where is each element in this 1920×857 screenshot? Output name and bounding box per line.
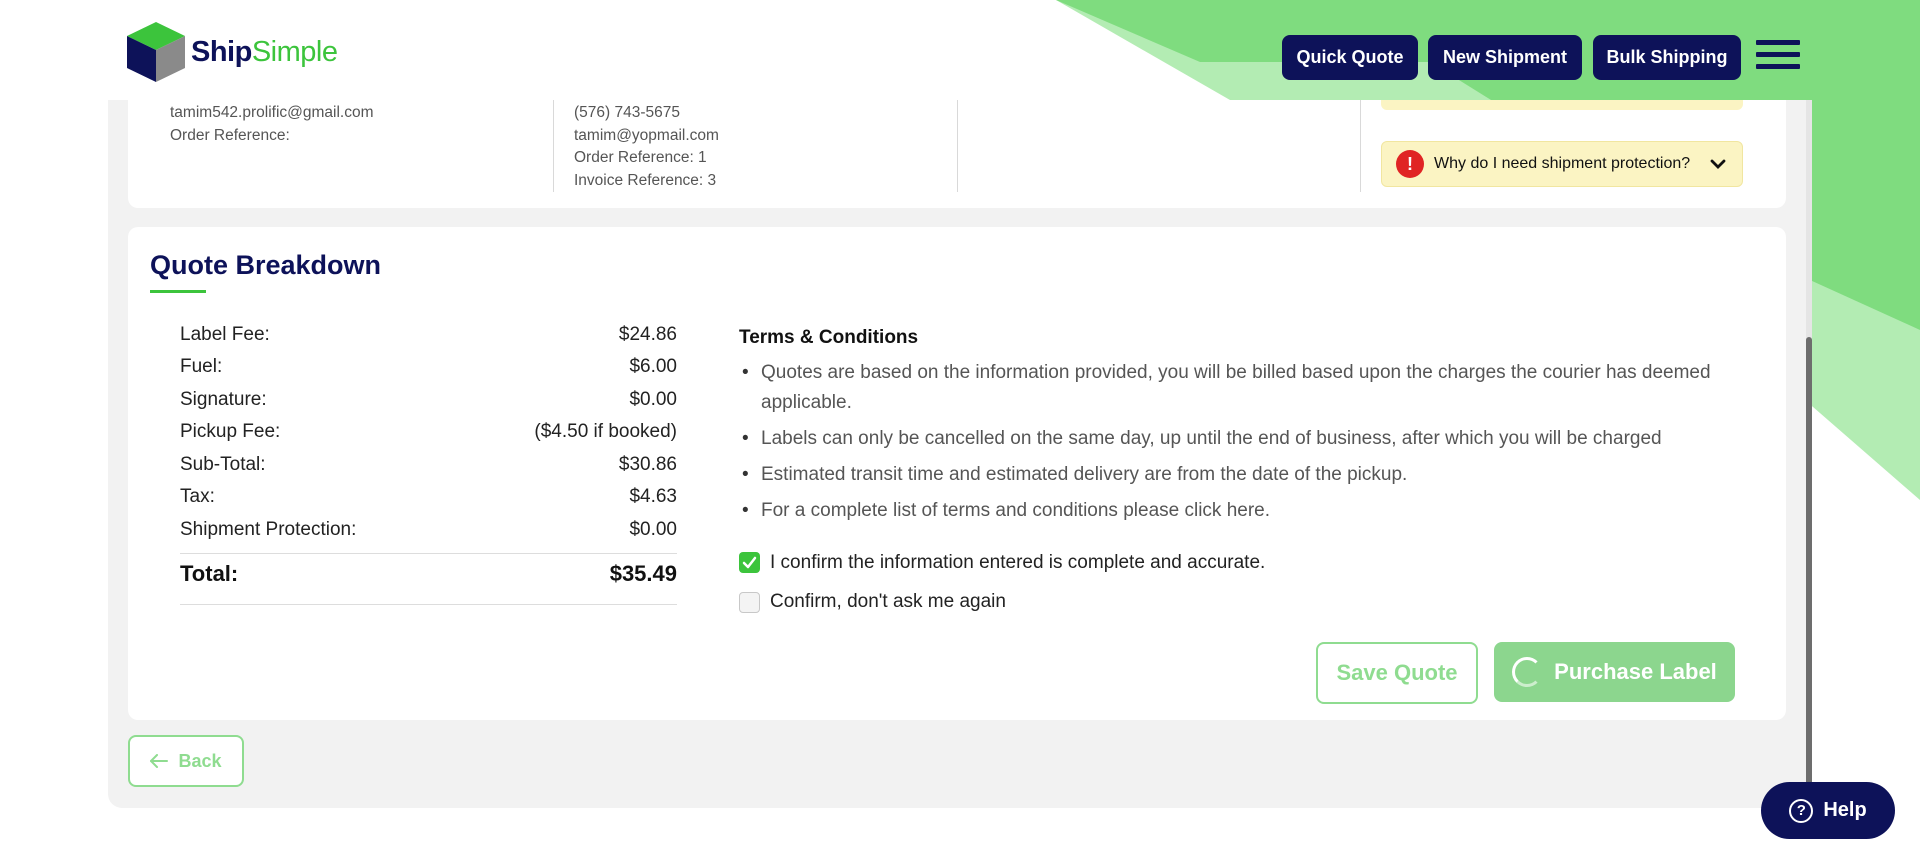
- fee-label: Signature:: [180, 389, 267, 410]
- fee-label: Shipment Protection:: [180, 519, 357, 540]
- protection-faq-toggle[interactable]: ! Why do I need shipment protection?: [1381, 141, 1743, 187]
- fee-value: $30.86: [618, 454, 677, 475]
- logo[interactable]: ShipSimple: [125, 20, 338, 84]
- divider: [553, 100, 554, 192]
- fee-value: $24.86: [618, 324, 677, 345]
- fee-label: Sub-Total:: [180, 454, 266, 475]
- sender-order-reference: Order Reference:: [170, 126, 290, 144]
- chevron-down-icon: [1710, 159, 1726, 169]
- question-icon: ?: [1789, 798, 1814, 823]
- logo-ship: Ship: [191, 35, 252, 68]
- recipient-details: (576) 743-5675 tamim@yopmail.com Order R…: [574, 102, 719, 192]
- loading-spinner-icon: [1512, 657, 1543, 687]
- help-button[interactable]: ? Help: [1761, 782, 1895, 839]
- terms-item: Estimated transit time and estimated del…: [739, 460, 1759, 490]
- menu-icon[interactable]: [1756, 40, 1800, 74]
- total-divider: [180, 604, 677, 605]
- total-divider: [180, 553, 677, 554]
- dont-ask-checkbox[interactable]: [739, 592, 760, 613]
- fee-row-protection: Shipment Protection: $0.00: [180, 519, 677, 549]
- fee-row-signature: Signature: $0.00: [180, 389, 677, 419]
- fee-row-tax: Tax: $4.63: [180, 486, 677, 516]
- recipient-invoice-reference: Invoice Reference: 3: [574, 171, 717, 189]
- fee-label: Pickup Fee:: [180, 421, 281, 442]
- check-icon: [742, 556, 757, 569]
- help-label: Help: [1823, 799, 1867, 821]
- terms-title: Terms & Conditions: [739, 327, 919, 348]
- terms-item: Labels can only be cancelled on the same…: [739, 424, 1759, 454]
- divider: [957, 100, 958, 192]
- terms-item[interactable]: For a complete list of terms and conditi…: [739, 496, 1759, 526]
- logo-simple: Simple: [251, 35, 338, 68]
- alert-icon: !: [1396, 150, 1424, 178]
- total-row: Total: $35.49: [180, 561, 677, 591]
- logo-cube-icon: [127, 22, 185, 82]
- recipient-email: tamim@yopmail.com: [574, 126, 719, 144]
- quick-quote-button[interactable]: Quick Quote: [1282, 35, 1418, 80]
- total-label: Total:: [180, 561, 239, 586]
- header: ShipSimple Quick Quote New Shipment Bulk…: [0, 0, 1920, 100]
- title-underline: [150, 290, 206, 293]
- dont-ask-label[interactable]: Confirm, don't ask me again: [770, 591, 1006, 613]
- terms-item: Quotes are based on the information prov…: [739, 358, 1759, 418]
- total-value: $35.49: [609, 561, 677, 586]
- divider: [1360, 100, 1361, 192]
- arrow-left-icon: [150, 754, 169, 768]
- fee-value: $0.00: [629, 389, 677, 410]
- fee-value: $0.00: [629, 519, 677, 540]
- recipient-phone: (576) 743-5675: [574, 104, 680, 121]
- recipient-order-reference: Order Reference: 1: [574, 149, 707, 166]
- back-label: Back: [178, 750, 222, 771]
- purchase-label-text: Purchase Label: [1554, 659, 1717, 684]
- fee-row-subtotal: Sub-Total: $30.86: [180, 454, 677, 484]
- sender-details: tamim542.prolific@gmail.com Order Refere…: [170, 102, 374, 147]
- fee-row-pickup: Pickup Fee: ($4.50 if booked): [180, 421, 677, 451]
- scrollbar-thumb[interactable]: [1806, 337, 1812, 806]
- quote-title: Quote Breakdown: [150, 250, 382, 280]
- fee-row-label-fee: Label Fee: $24.86: [180, 324, 677, 354]
- terms-list: Quotes are based on the information prov…: [739, 358, 1759, 526]
- fee-label: Fuel:: [180, 356, 223, 377]
- sender-email: tamim542.prolific@gmail.com: [170, 104, 374, 121]
- confirm-checkbox[interactable]: [739, 552, 760, 573]
- back-button[interactable]: Back: [128, 735, 244, 787]
- fee-row-fuel: Fuel: $6.00: [180, 356, 677, 386]
- save-quote-button[interactable]: Save Quote: [1316, 642, 1478, 704]
- new-shipment-button[interactable]: New Shipment: [1428, 35, 1582, 80]
- bulk-shipping-button[interactable]: Bulk Shipping: [1593, 35, 1741, 80]
- fee-value: ($4.50 if booked): [534, 421, 677, 442]
- scrollbar[interactable]: [1806, 100, 1812, 806]
- logo-text: ShipSimple: [191, 36, 338, 69]
- purchase-label-button[interactable]: Purchase Label: [1494, 642, 1735, 702]
- fee-label: Tax:: [180, 486, 215, 507]
- fee-value: $4.63: [629, 486, 677, 507]
- fee-label: Label Fee:: [180, 324, 270, 345]
- fee-value: $6.00: [629, 356, 677, 377]
- confirm-label[interactable]: I confirm the information entered is com…: [770, 552, 1265, 574]
- protection-info-box: [1381, 100, 1743, 110]
- protection-faq-label: Why do I need shipment protection?: [1434, 155, 1691, 172]
